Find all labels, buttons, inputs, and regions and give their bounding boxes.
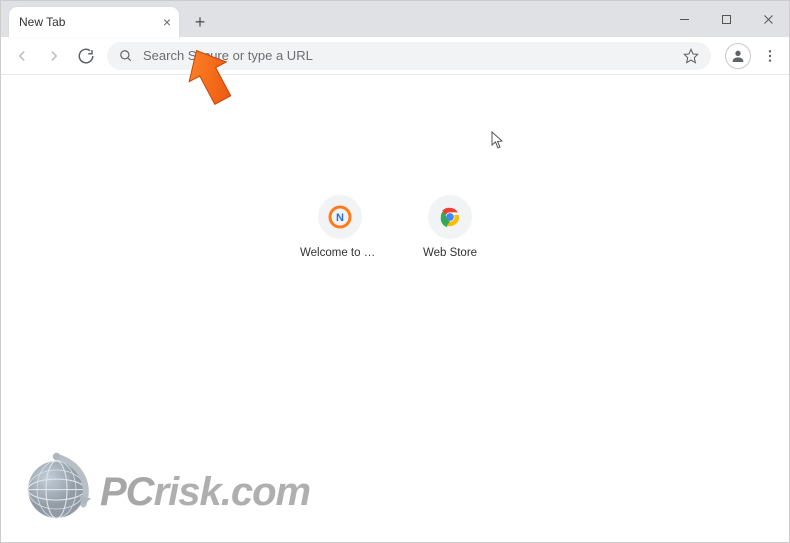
new-tab-button[interactable]: +	[187, 9, 213, 35]
search-icon	[119, 49, 133, 63]
shortcut-icon: N	[318, 195, 362, 239]
forward-button[interactable]	[39, 41, 69, 71]
tab-title: New Tab	[19, 15, 65, 29]
window-controls	[663, 1, 789, 37]
reload-button[interactable]	[71, 41, 101, 71]
shortcut-tile[interactable]: N Welcome to R...	[300, 195, 380, 259]
maximize-button[interactable]	[705, 1, 747, 37]
back-button[interactable]	[7, 41, 37, 71]
shortcut-label: Web Store	[423, 247, 477, 259]
shortcut-icon	[428, 195, 472, 239]
omnibox-input[interactable]	[143, 48, 683, 63]
shortcut-tile[interactable]: Web Store	[410, 195, 490, 259]
shortcut-grid: N Welcome to R... Web Store	[300, 195, 490, 259]
svg-text:N: N	[336, 212, 344, 224]
shortcut-label: Welcome to R...	[300, 247, 380, 259]
toolbar	[1, 37, 789, 75]
tab-strip: New Tab × +	[1, 1, 789, 37]
close-window-button[interactable]	[747, 1, 789, 37]
profile-button[interactable]	[725, 43, 751, 69]
close-icon[interactable]: ×	[163, 15, 171, 29]
browser-tab[interactable]: New Tab ×	[9, 7, 179, 37]
menu-button[interactable]	[757, 43, 783, 69]
bookmark-star-icon[interactable]	[683, 48, 699, 64]
address-bar[interactable]	[107, 42, 711, 70]
page-content: N Welcome to R... Web Store	[1, 75, 789, 542]
minimize-button[interactable]	[663, 1, 705, 37]
